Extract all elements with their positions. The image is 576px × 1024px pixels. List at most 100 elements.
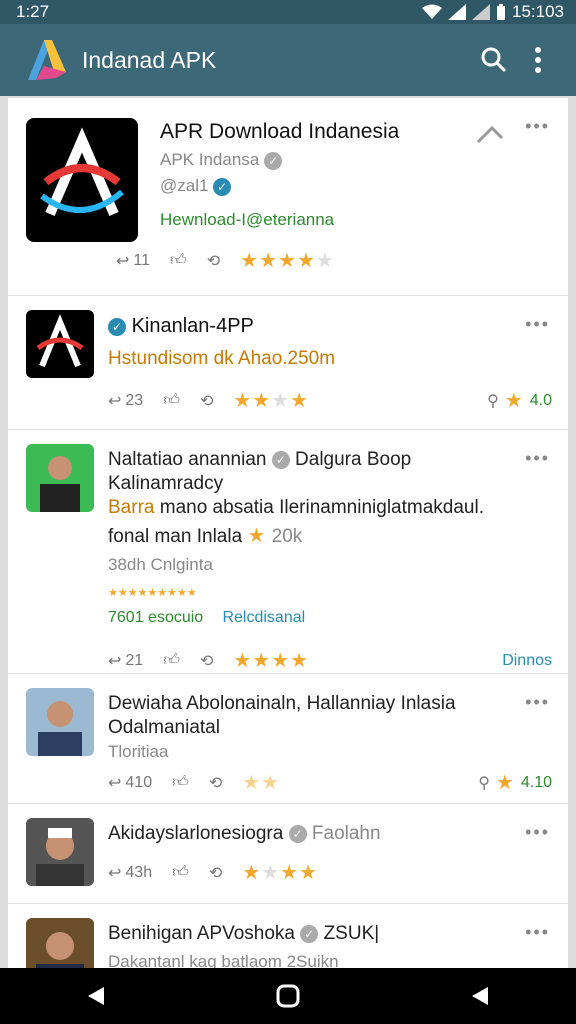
post-card-5[interactable]: ••• Akidayslarlonesiogra ✓ Faolahn ↩ 43h … [8,804,568,904]
line-text: mano absatia Ilerinamniniglatmakdaul. [159,497,484,518]
post-title-text: Akidayslarlonesiogra [108,823,284,844]
like-button[interactable]: 👍︎ [163,391,180,410]
more-options-button[interactable]: ••• [525,314,550,335]
more-options-button[interactable]: ••• [525,822,550,843]
post-thumbnail[interactable] [26,310,94,378]
mini-row: 7601 esocuio Relcdisanal [108,605,552,630]
reply-icon: ↩ [108,774,122,792]
reply-button[interactable]: ↩ 410 [108,773,152,793]
post-author: APK Indansa [160,150,260,169]
post-card-4[interactable]: ••• Dewiaha Abolonainaln, Hallanniay Inl… [8,674,568,804]
verified-icon: ✓ [271,450,290,469]
post-card-3[interactable]: ••• Naltatiao anannian ✓ Dalgura Boop Ka… [8,430,568,674]
reply-button[interactable]: ↩ 11 [116,251,150,271]
post-highlight: Hstundisom dk Ahao.250m [108,348,336,369]
post-line-4: fonal man Inlala ★ 20k [108,524,552,549]
post-thumbnail[interactable] [26,118,138,242]
status-bar: 1:27 15:103 [0,0,576,24]
rating-stars: ★★★★ [233,390,310,412]
like-button[interactable]: 👍︎ [163,651,180,670]
reply-icon: ↩ [108,652,122,670]
verified-icon: ✓ [213,177,232,196]
rating-stars: ★★ [242,772,281,794]
repost-button[interactable]: ⟲ [207,251,220,271]
status-time-right: 15:103 [512,2,564,21]
star-icon: ★ [495,772,515,794]
overflow-menu-button[interactable] [516,38,560,82]
rating-stars: ★★★★★ [240,250,335,272]
post-line-2: Kalinamradcy [108,473,224,494]
reply-button[interactable]: ↩ 43h [108,863,152,883]
avatar[interactable] [26,918,94,968]
post-actions: ↩ 43h 👍︎ ⟲ ★★★★ [108,860,552,885]
more-vert-icon [535,47,541,73]
post-subtitle: APK Indansa ✓ [160,150,552,170]
like-button[interactable]: 👍︎ [170,251,187,270]
like-button[interactable]: 👍︎ [172,863,189,882]
repost-icon: ⟲ [199,652,214,670]
repost-icon: ⟲ [208,864,223,882]
more-options-button[interactable]: ••• [525,922,550,943]
post-title: Benihigan APVoshoka ✓ ZSUK| [108,922,552,946]
post-line-2: Dakantanl kag batlaom 2Suikn [108,952,339,968]
post-title-suffix: ZSUK| [323,923,380,944]
post-title: Akidayslarlonesiogra ✓ Faolahn [108,822,552,846]
reply-icon: ↩ [108,864,122,882]
expand-icon[interactable] [476,124,504,144]
home-circle-icon [276,984,300,1008]
repost-button[interactable]: ⟲ [200,391,213,411]
person-avatar-icon [38,701,82,756]
post-sub: 38dh Cnlginta [108,555,213,574]
line-text: fonal man Inlala [108,526,243,547]
mini-count: 7601 esocuio [108,609,204,626]
post-actions: ↩ 11 👍︎ ⟲ ★★★★★ [116,248,552,273]
star-icon: ★ [504,390,524,412]
reply-count: 410 [125,773,153,791]
verified-icon: ✓ [108,317,126,336]
search-icon[interactable]: ⚲ [478,773,490,793]
recent-apps-button[interactable] [450,968,510,1024]
thumb-up-icon: 👍︎ [172,864,189,881]
reply-button[interactable]: ↩ 23 [108,391,143,411]
meta-value: 4.0 [529,391,552,409]
repost-icon: ⟲ [206,252,221,270]
post-card-6[interactable]: ••• Benihigan APVoshoka ✓ ZSUK| Dakantan… [8,904,568,968]
more-options-button[interactable]: ••• [525,116,550,137]
feed[interactable]: ••• APR Download Indanesia APK Indansa ✓… [8,98,568,968]
home-button[interactable] [258,968,318,1024]
wifi-icon [422,4,442,19]
post-card-2[interactable]: ••• ✓ Kinanlan-4PP Hstundisom dk Ahao.25… [8,296,568,430]
reply-count: 11 [133,251,151,269]
post-card-1[interactable]: ••• APR Download Indanesia APK Indansa ✓… [8,98,568,296]
repost-button[interactable]: ⟲ [200,651,213,671]
recent-triangle-icon [472,987,488,1005]
download-link[interactable]: Hewnload-I@eterianna [160,210,552,230]
person-avatar-icon [36,828,84,886]
back-button[interactable] [66,968,126,1024]
avatar[interactable] [26,818,94,886]
search-icon[interactable]: ⚲ [487,391,499,411]
more-options-button[interactable]: ••• [525,692,550,713]
mini-link[interactable]: Relcdisanal [222,609,305,626]
reply-button[interactable]: ↩ 21 [108,651,143,671]
post-handle-row: @zal1 ✓ [160,176,552,196]
person-avatar-icon [36,932,84,968]
post-title-text: Kinanlan-4PP [131,315,254,337]
search-button[interactable] [472,38,516,82]
more-options-button[interactable]: ••• [525,448,550,469]
post-title-text: Benihigan APVoshoka [108,923,295,944]
repost-button[interactable]: ⟲ [209,863,222,883]
reply-icon: ↩ [108,392,122,410]
avatar[interactable] [26,688,94,756]
repost-button[interactable]: ⟲ [209,773,222,793]
repost-icon: ⟲ [199,392,214,410]
like-button[interactable]: 👍︎ [172,773,189,792]
avatar[interactable] [26,444,94,512]
rating-stars: ★★★★ [233,650,310,672]
reply-count: 23 [125,391,144,409]
post-actions: ↩ 21 👍︎ ⟲ ★★★★ Dinnos [108,648,552,673]
back-triangle-icon [88,987,104,1005]
meta-link[interactable]: Dinnos [502,652,552,670]
verified-icon: ✓ [288,824,307,843]
post-title-suffix: Faolahn [311,823,381,844]
